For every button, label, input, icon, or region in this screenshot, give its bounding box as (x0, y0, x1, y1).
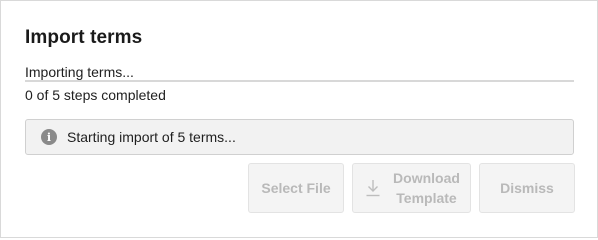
import-status-text: Importing terms... (25, 64, 134, 80)
dismiss-button[interactable]: Dismiss (479, 163, 575, 213)
select-file-label: Select File (261, 180, 331, 196)
panel-title: Import terms (25, 27, 143, 48)
dismiss-label: Dismiss (500, 180, 554, 196)
info-message-text: Starting import of 5 terms... (67, 129, 236, 145)
download-template-label: Download Template (393, 170, 460, 206)
steps-completed-text: 0 of 5 steps completed (25, 87, 166, 103)
progress-bar (25, 80, 574, 82)
download-template-button[interactable]: Download Template (352, 163, 471, 213)
download-icon (366, 180, 379, 197)
select-file-button[interactable]: Select File (248, 163, 344, 213)
info-icon: i (41, 129, 57, 145)
info-message-box: i Starting import of 5 terms... (25, 119, 574, 155)
import-terms-panel: Import terms Importing terms... 0 of 5 s… (0, 0, 598, 238)
